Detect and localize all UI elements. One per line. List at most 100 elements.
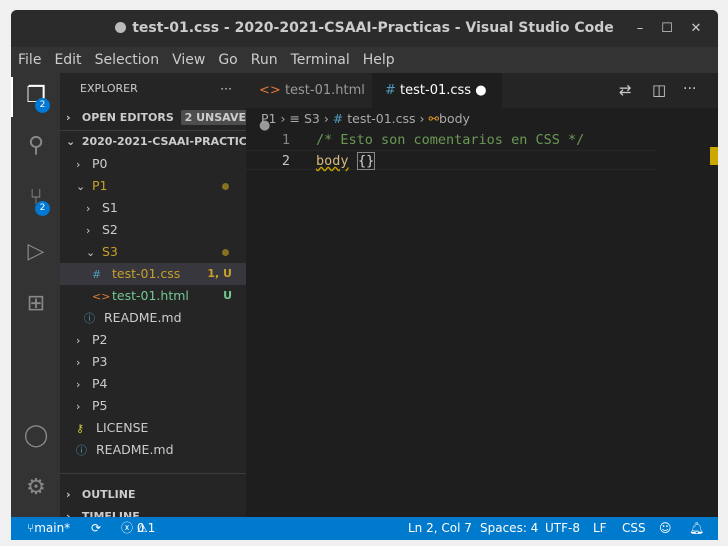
- file-type-icon: ⓘ: [84, 312, 95, 325]
- outline-label: OUTLINE: [81, 488, 136, 501]
- tab-bar: <> test-01.html ● # test-01.css ● ⇄ ◫ ··…: [246, 73, 718, 133]
- problems-indicator[interactable]: ⓧ 0 ⚠ 1: [121, 517, 155, 540]
- warning-count: 1: [147, 521, 156, 535]
- cursor-position[interactable]: Ln 2, Col 7: [408, 517, 472, 540]
- item-label: P0: [92, 156, 108, 171]
- item-label: P2: [92, 332, 108, 347]
- item-label: P3: [92, 354, 108, 369]
- file-type-icon: ⓘ: [76, 444, 87, 457]
- tab-test-01-html[interactable]: <> test-01.html ●: [246, 73, 372, 133]
- chevron-icon: ›: [76, 378, 81, 391]
- folder-item[interactable]: ⌄ P1: [60, 175, 246, 197]
- menu-edit[interactable]: Edit: [54, 52, 81, 68]
- minimize-button[interactable]: –: [625, 10, 655, 47]
- modified-dot-icon: [222, 183, 229, 190]
- folder-item[interactable]: › S1: [60, 197, 246, 219]
- crumb-symbol[interactable]: body: [439, 111, 470, 126]
- extensions-icon[interactable]: ⊞: [23, 291, 49, 317]
- file-type-icon: <>: [92, 290, 111, 303]
- code-line-2[interactable]: 2 body {}: [246, 150, 656, 170]
- search-icon[interactable]: ⚲: [23, 133, 49, 159]
- open-editors-section[interactable]: › OPEN EDITORS 2 UNSAVED: [60, 107, 260, 129]
- menu-selection[interactable]: Selection: [95, 52, 160, 68]
- maximize-button[interactable]: ☐: [652, 10, 682, 47]
- branch-indicator[interactable]: ⑂ main*: [27, 517, 70, 540]
- file-type-icon: #: [92, 268, 102, 281]
- menu-help[interactable]: Help: [363, 52, 395, 68]
- menu-go[interactable]: Go: [218, 52, 237, 68]
- symbol-class-icon: ⚯: [428, 111, 440, 126]
- language-mode[interactable]: CSS: [622, 517, 646, 540]
- menu-terminal[interactable]: Terminal: [291, 52, 350, 68]
- tab-test-01-css[interactable]: # test-01.css ●: [372, 73, 502, 108]
- close-button[interactable]: ✕: [681, 10, 711, 47]
- code-line-1[interactable]: 1 /* Esto son comentarios en CSS */: [246, 130, 718, 150]
- chevron-icon: ›: [76, 400, 81, 413]
- crumb-p1[interactable]: P1: [261, 111, 277, 126]
- line-number: 2: [281, 153, 290, 169]
- run-debug-icon[interactable]: ▷: [23, 239, 49, 265]
- file-item[interactable]: ⚷ LICENSE: [60, 417, 246, 439]
- file-item[interactable]: # test-01.css 1, U: [60, 263, 246, 285]
- explorer-sidebar: EXPLORER ··· › OPEN EDITORS 2 UNSAVED ⌄ …: [60, 73, 263, 523]
- item-label: README.md: [96, 442, 174, 457]
- chevron-icon: ›: [76, 334, 81, 347]
- explorer-badge: 2: [35, 98, 50, 113]
- folder-item[interactable]: ⌄ S3: [60, 241, 246, 263]
- more-actions-icon[interactable]: ···: [683, 81, 696, 97]
- item-label: P4: [92, 376, 108, 391]
- compare-changes-icon[interactable]: ⇄: [619, 81, 632, 99]
- crumb-sep: ›: [419, 111, 425, 126]
- unsaved-dot-icon: ●: [475, 83, 487, 98]
- split-editor-icon[interactable]: ◫: [652, 81, 666, 99]
- folder-item[interactable]: › S2: [60, 219, 246, 241]
- folder-item[interactable]: › P4: [60, 373, 246, 395]
- line-number: 1: [281, 132, 290, 148]
- menu-view[interactable]: View: [172, 52, 205, 68]
- folder-item[interactable]: › P5: [60, 395, 246, 417]
- modified-dot-icon: [222, 249, 229, 256]
- feedback-icon[interactable]: ☺: [659, 517, 672, 540]
- window-title: test-01.css - 2020-2021-CSAAI-Practicas …: [132, 20, 614, 36]
- crumb-file[interactable]: test-01.css: [347, 111, 415, 126]
- editor-area: <> test-01.html ● # test-01.css ● ⇄ ◫ ··…: [246, 73, 718, 517]
- git-decoration: U: [223, 289, 232, 302]
- menu-run[interactable]: Run: [251, 52, 278, 68]
- scrollbar-warning-marker[interactable]: [710, 147, 718, 165]
- tab-label: test-01.html: [284, 83, 365, 98]
- explorer-title: EXPLORER: [80, 82, 138, 95]
- menu-bar: File Edit Selection View Go Run Terminal Help: [11, 47, 718, 73]
- item-label: P5: [92, 398, 108, 413]
- file-item[interactable]: ⓘ README.md: [60, 439, 246, 461]
- menu-file[interactable]: File: [18, 52, 41, 68]
- file-item[interactable]: ⓘ README.md: [60, 307, 246, 329]
- item-label: P1: [92, 178, 108, 193]
- notifications-bell-icon[interactable]: 🔔︎: [689, 517, 704, 540]
- settings-gear-icon[interactable]: ⚙: [23, 475, 49, 501]
- file-item[interactable]: <> test-01.html U: [60, 285, 246, 307]
- workspace-root[interactable]: ⌄ 2020-2021-CSAAI-PRACTICAS: [60, 131, 263, 153]
- folder-item[interactable]: › P2: [60, 329, 246, 351]
- item-label: S2: [102, 222, 118, 237]
- crumb-s3[interactable]: S3: [304, 111, 320, 126]
- chevron-icon: ⌄: [76, 180, 86, 193]
- encoding[interactable]: UTF-8: [545, 517, 580, 540]
- item-label: test-01.html: [112, 288, 189, 303]
- tab-label: test-01.css: [400, 83, 472, 98]
- html-icon: <>: [259, 83, 281, 98]
- accounts-icon[interactable]: ◯: [23, 423, 49, 449]
- open-editors-label: OPEN EDITORS: [81, 111, 174, 124]
- more-actions-button[interactable]: ···: [220, 78, 232, 100]
- line-ending[interactable]: LF: [593, 517, 607, 540]
- unsaved-dot-icon: [115, 22, 127, 33]
- indentation[interactable]: Spaces: 4: [480, 517, 538, 540]
- outline-section[interactable]: › OUTLINE: [60, 484, 246, 506]
- css-icon: #: [385, 83, 396, 98]
- item-label: S1: [102, 200, 118, 215]
- sync-icon[interactable]: ⟳: [91, 517, 101, 540]
- css-braces: {}: [357, 152, 376, 170]
- folder-item[interactable]: › P3: [60, 351, 246, 373]
- branch-name: main*: [34, 521, 71, 535]
- folder-item[interactable]: › P0: [60, 153, 246, 175]
- status-bar: ⑂ main* ⟳ ⓧ 0 ⚠ 1 Ln 2, Col 7 Spaces: 4 …: [11, 517, 718, 540]
